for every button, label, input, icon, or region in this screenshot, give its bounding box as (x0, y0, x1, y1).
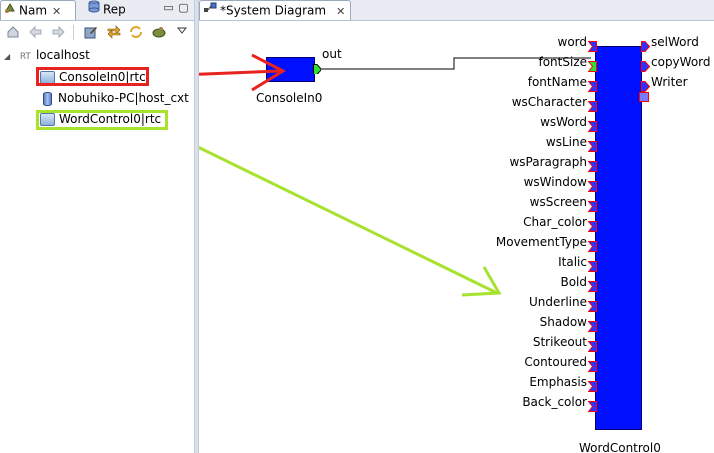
view-menu-icon[interactable] (174, 25, 189, 40)
tab-repository[interactable]: Rep (85, 0, 145, 19)
diagram-canvas[interactable]: out ConsoleIn0 word fontSize fontName wsCha… (199, 21, 714, 453)
tree-node-label: Nobuhiko-PC|host_cxt (58, 91, 189, 105)
maximize-icon[interactable]: ▢ (178, 2, 189, 13)
repository-icon (88, 0, 100, 18)
tool-icon[interactable] (151, 25, 166, 40)
minimize-icon[interactable]: ▭ (163, 2, 174, 13)
green-highlight-box (36, 110, 168, 130)
name-service-icon (4, 1, 16, 19)
tab-name-service-label: Nam (19, 3, 48, 18)
rt-host-icon: RT (19, 52, 31, 62)
expand-triangle-icon[interactable]: ◢ (4, 48, 12, 66)
system-diagram-editor: *System Diagram ✕ out ConsoleIn0 word font… (199, 0, 714, 453)
close-icon[interactable]: ✕ (52, 3, 61, 21)
tab-system-diagram-label: *System Diagram (220, 3, 327, 18)
left-view-tab-bar: Nam ✕ Rep ▭ ▢ (0, 0, 194, 21)
system-diagram-icon (203, 1, 217, 19)
tree-node-host-context[interactable]: Nobuhiko-PC|host_cxt (40, 89, 189, 107)
back-icon[interactable] (28, 25, 43, 40)
tree-node-label: localhost (35, 48, 90, 62)
refresh-icon[interactable] (128, 25, 143, 40)
home-icon[interactable] (5, 25, 20, 40)
editor-tab-bar: *System Diagram ✕ (199, 0, 714, 21)
edit-icon[interactable] (83, 25, 98, 40)
connect-icon[interactable] (106, 25, 121, 40)
green-annotation-arrow (199, 145, 502, 297)
tab-system-diagram[interactable]: *System Diagram ✕ (199, 0, 351, 20)
red-annotation-arrow (199, 53, 287, 92)
forward-icon[interactable] (50, 25, 65, 40)
tab-name-service[interactable]: Nam ✕ (0, 0, 76, 20)
red-highlight-box (36, 67, 149, 86)
tree-node-localhost[interactable]: ◢ RT localhost (4, 46, 90, 64)
tab-repository-label: Rep (103, 2, 126, 17)
left-view-toolbar (0, 21, 194, 43)
close-icon[interactable]: ✕ (336, 3, 345, 21)
toolbar-divider (73, 25, 74, 40)
annotation-arrows (199, 53, 502, 297)
host-context-icon (43, 91, 52, 106)
